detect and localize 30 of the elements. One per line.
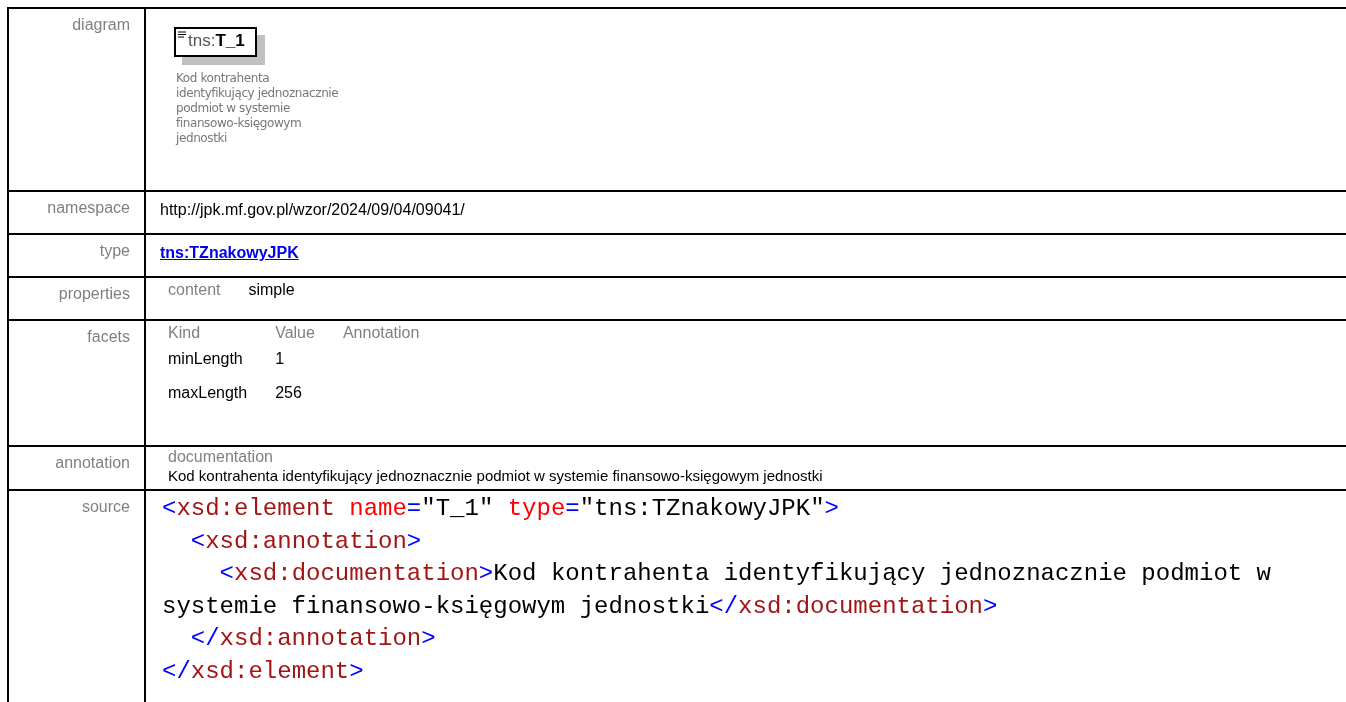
row-label: properties <box>58 285 130 302</box>
row-label: diagram <box>72 16 130 33</box>
property-name: content <box>168 280 222 300</box>
list-icon <box>178 31 186 38</box>
node-prefix: tns: <box>188 31 216 51</box>
facet-kind: minLength <box>168 349 244 369</box>
row-label: annotation <box>55 454 130 471</box>
facet-kind: maxLength <box>168 383 249 403</box>
code-line: <xsd:documentation>Kod kontrahenta identyfikujący jednoznacznie podmiot w <box>218 559 1272 589</box>
column-header: Annotation <box>342 323 421 343</box>
row-label: namespace <box>47 199 130 216</box>
column-header: Value <box>275 323 316 343</box>
facet-value: 1 <box>275 349 286 369</box>
code-line: </xsd:annotation> <box>189 624 437 654</box>
facet-value: 256 <box>275 383 303 403</box>
row-label: facets <box>87 328 130 345</box>
annotation-heading: documentation <box>168 447 274 466</box>
type-link[interactable]: tns:TZnakowyJPK <box>160 244 299 261</box>
namespace-value: http://jpk.mf.gov.pl/wzor/2024/09/04/09041/ <box>159 200 466 220</box>
code-line: systemie finansowo-księgowym jednostki</xsd:documentation> <box>162 591 999 622</box>
documentation-text: Kod kontrahenta identyfikujący jednoznacznie podmiot w systemie finansowo-księgowym jednostki <box>168 466 824 485</box>
row-label: type <box>99 242 130 259</box>
code-line: <xsd:element name="T_1" type="tns:TZnakowyJPK"> <box>162 494 840 524</box>
node-description: Kod kontrahenta identyfikujący jednoznacznie podmiot w systemie finansowo-księgowym jednostki <box>176 71 340 146</box>
code-line: </xsd:element> <box>162 656 365 687</box>
node-name: T_1 <box>215 31 245 51</box>
row-label: source <box>81 498 130 515</box>
code-line: <xsd:annotation> <box>189 526 423 557</box>
property-value: simple <box>248 280 296 300</box>
column-header: Kind <box>168 323 202 343</box>
